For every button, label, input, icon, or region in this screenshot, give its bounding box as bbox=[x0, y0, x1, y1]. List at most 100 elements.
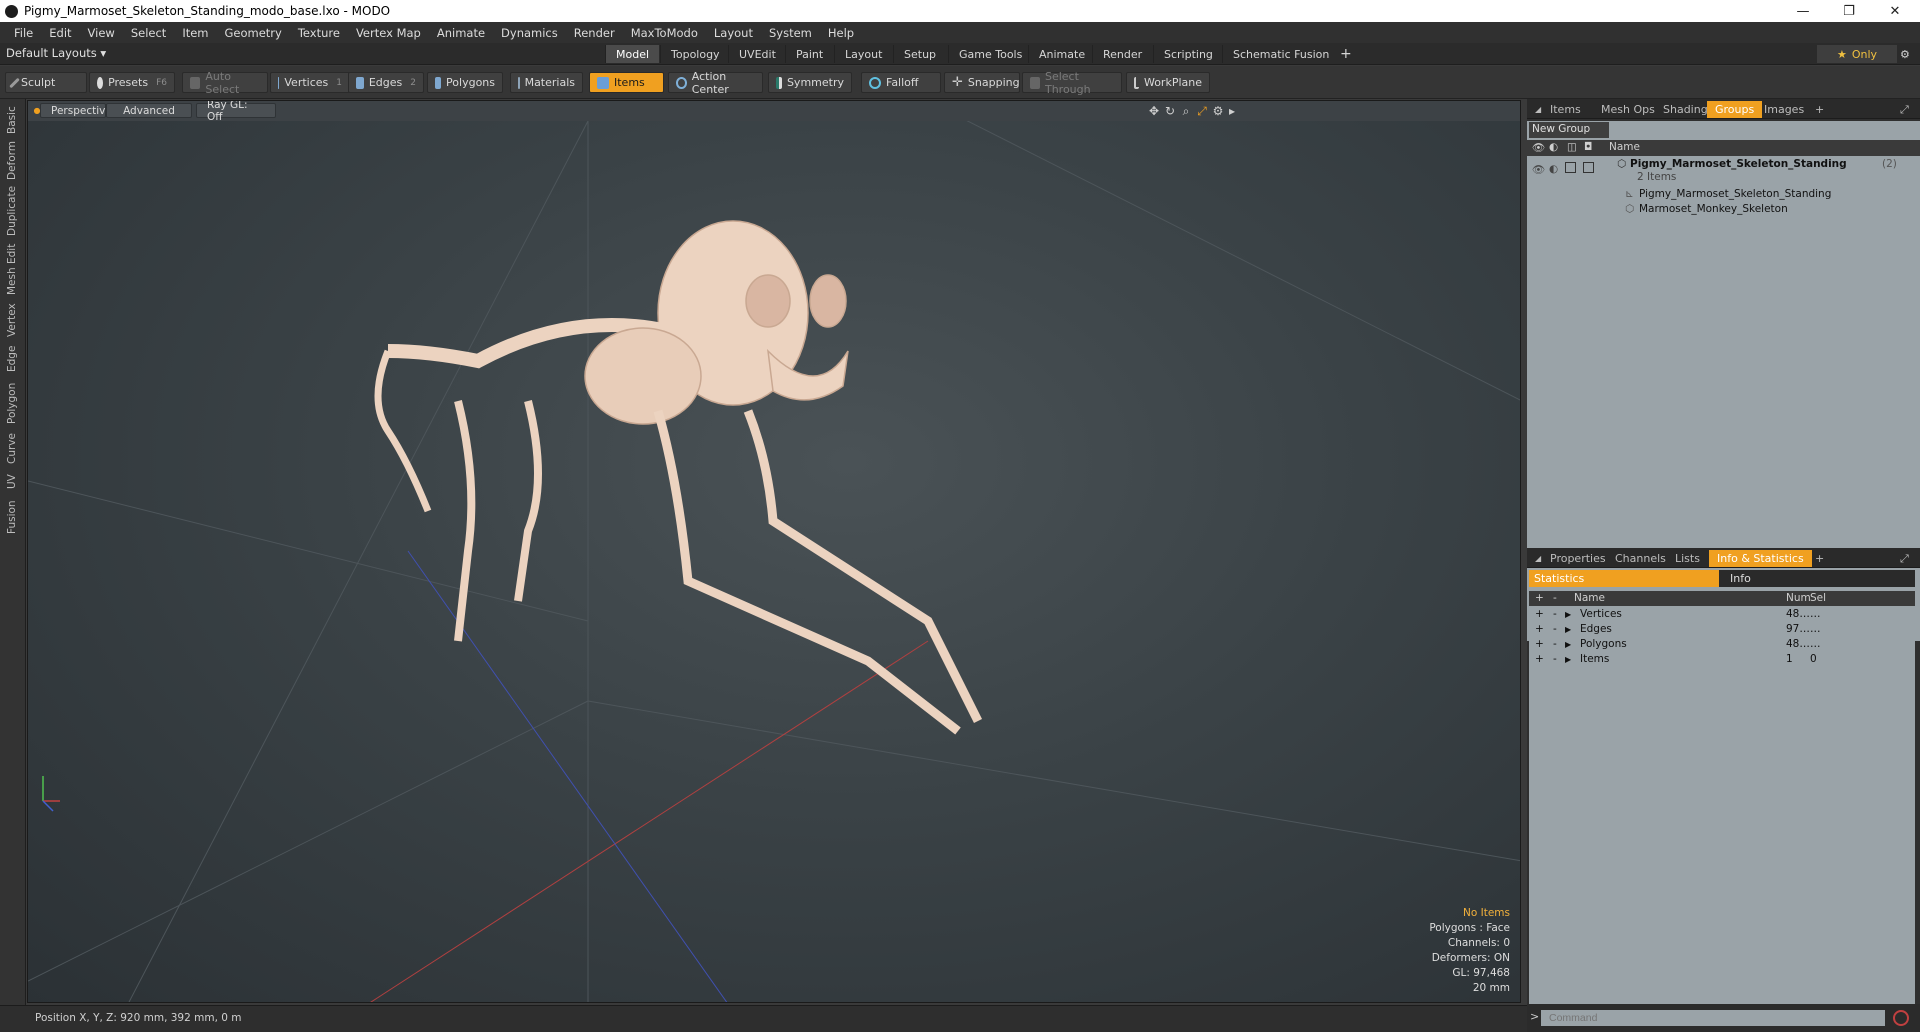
add-icon[interactable]: + bbox=[1535, 608, 1544, 620]
default-layouts-dropdown[interactable]: Default Layouts ▾ bbox=[6, 46, 106, 60]
vtab-polygon[interactable]: Polygon bbox=[2, 379, 22, 427]
menu-edit[interactable]: Edit bbox=[49, 26, 71, 40]
stats-row-polygons[interactable]: + - ▶ Polygons 48… … bbox=[1529, 637, 1915, 652]
vtab-fusion[interactable]: Fusion bbox=[2, 497, 22, 537]
rotate-icon[interactable]: ↻ bbox=[1163, 104, 1177, 118]
zoom-icon[interactable]: ⌕ bbox=[1179, 104, 1193, 118]
vtab-vertex[interactable]: Vertex bbox=[2, 301, 22, 339]
menu-texture[interactable]: Texture bbox=[298, 26, 340, 40]
edges-button[interactable]: Edges 2 bbox=[348, 72, 424, 93]
tab-info-statistics[interactable]: Info & Statistics bbox=[1709, 550, 1812, 567]
lock-checkbox[interactable] bbox=[1565, 162, 1576, 173]
stats-row-edges[interactable]: + - ▶ Edges 97… … bbox=[1529, 622, 1915, 637]
3d-viewport[interactable]: ● Perspective Advanced Ray GL: Off ✥ ↻ ⌕… bbox=[27, 100, 1521, 1003]
tab-paint[interactable]: Paint bbox=[785, 45, 833, 63]
add-panel-tab-button[interactable]: + bbox=[1807, 550, 1832, 567]
tab-images[interactable]: Images bbox=[1756, 101, 1812, 118]
expand-arrow-icon[interactable]: ▶ bbox=[1565, 625, 1571, 634]
ray-gl-dropdown[interactable]: Ray GL: Off bbox=[196, 101, 276, 123]
tab-model[interactable]: Model bbox=[605, 45, 660, 63]
tab-mesh-ops[interactable]: Mesh Ops bbox=[1593, 101, 1663, 118]
marmoset-skeleton-model[interactable] bbox=[374, 220, 983, 735]
polygons-button[interactable]: Polygons bbox=[427, 72, 503, 93]
record-icon[interactable] bbox=[1893, 1010, 1909, 1026]
maximize-button[interactable]: ❐ bbox=[1828, 0, 1870, 22]
expand-arrow-icon[interactable]: ▶ bbox=[1565, 640, 1571, 649]
select-through-button[interactable]: Select Through bbox=[1022, 70, 1122, 96]
tab-setup[interactable]: Setup bbox=[893, 45, 946, 63]
vtab-curve[interactable]: Curve bbox=[2, 431, 22, 467]
menu-animate[interactable]: Animate bbox=[437, 26, 485, 40]
panel-expand-icon[interactable]: ⤢ bbox=[1892, 101, 1917, 118]
symmetry-button[interactable]: Symmetry bbox=[768, 72, 852, 93]
add-icon[interactable]: + bbox=[1535, 638, 1544, 650]
menu-geometry[interactable]: Geometry bbox=[225, 26, 282, 40]
materials-button[interactable]: Materials bbox=[510, 72, 583, 93]
sculpt-button[interactable]: Sculpt bbox=[5, 72, 87, 93]
items-button[interactable]: Items bbox=[589, 72, 664, 93]
viewport-expand-icon[interactable]: ▸ bbox=[1225, 104, 1239, 118]
tab-lists[interactable]: Lists bbox=[1667, 550, 1708, 567]
tab-uvedit[interactable]: UVEdit bbox=[728, 45, 786, 63]
tab-render[interactable]: Render bbox=[1092, 45, 1152, 63]
tab-schematic-fusion[interactable]: Schematic Fusion bbox=[1222, 45, 1339, 63]
expand-arrow-icon[interactable]: ▶ bbox=[1565, 610, 1571, 619]
menu-maxtomodo[interactable]: MaxToModo bbox=[631, 26, 698, 40]
menu-item[interactable]: Item bbox=[182, 26, 208, 40]
tab-animate[interactable]: Animate bbox=[1028, 45, 1095, 63]
add-panel-tab-button[interactable]: + bbox=[1807, 101, 1832, 118]
panel-menu-icon[interactable]: ◢ bbox=[1527, 550, 1543, 567]
presets-button[interactable]: Presets F6 bbox=[89, 72, 175, 93]
stats-row-vertices[interactable]: + - ▶ Vertices 48… … bbox=[1529, 607, 1915, 622]
remove-icon[interactable]: - bbox=[1553, 623, 1557, 635]
auto-select-button[interactable]: Auto Select bbox=[182, 70, 268, 96]
menu-render[interactable]: Render bbox=[574, 26, 615, 40]
select-checkbox[interactable] bbox=[1583, 162, 1594, 173]
remove-icon[interactable]: - bbox=[1553, 608, 1557, 620]
tab-items[interactable]: Items bbox=[1542, 101, 1589, 118]
vtab-mesh-edit[interactable]: Mesh Edit bbox=[2, 241, 22, 297]
panel-menu-icon[interactable]: ◢ bbox=[1527, 101, 1543, 118]
tab-properties[interactable]: Properties bbox=[1542, 550, 1614, 567]
new-group-button[interactable]: New Group bbox=[1529, 122, 1609, 138]
close-button[interactable]: ✕ bbox=[1874, 0, 1916, 22]
vtab-basic[interactable]: Basic bbox=[2, 105, 22, 135]
menu-help[interactable]: Help bbox=[828, 26, 854, 40]
group-child-row[interactable]: ⬡ Marmoset_Monkey_Skeleton bbox=[1527, 203, 1920, 218]
menu-file[interactable]: File bbox=[14, 26, 33, 40]
action-center-button[interactable]: Action Center bbox=[668, 70, 763, 96]
snapping-button[interactable]: ✛ Snapping bbox=[944, 72, 1020, 93]
add-icon[interactable]: + bbox=[1535, 623, 1544, 635]
gear-icon[interactable]: ⚙ bbox=[1890, 45, 1920, 63]
menu-layout[interactable]: Layout bbox=[714, 26, 753, 40]
info-tab[interactable]: Info bbox=[1725, 570, 1756, 587]
maximize-viewport-icon[interactable]: ⤢ bbox=[1195, 104, 1209, 118]
remove-icon[interactable]: - bbox=[1553, 653, 1557, 665]
render-toggle-icon[interactable]: ◐ bbox=[1549, 163, 1558, 175]
remove-icon[interactable]: - bbox=[1553, 638, 1557, 650]
tab-scripting[interactable]: Scripting bbox=[1153, 45, 1223, 63]
expand-arrow-icon[interactable]: ▶ bbox=[1565, 655, 1571, 664]
menu-view[interactable]: View bbox=[88, 26, 115, 40]
menu-vertex-map[interactable]: Vertex Map bbox=[356, 26, 421, 40]
group-root-row[interactable]: 👁 ◐ ⬡ Pigmy_Marmoset_Skeleton_Standing (… bbox=[1527, 158, 1920, 186]
minimize-button[interactable]: — bbox=[1782, 0, 1824, 22]
menu-select[interactable]: Select bbox=[131, 26, 166, 40]
tab-channels[interactable]: Channels bbox=[1607, 550, 1674, 567]
pan-icon[interactable]: ✥ bbox=[1147, 104, 1161, 118]
tab-topology[interactable]: Topology bbox=[660, 45, 730, 63]
falloff-button[interactable]: Falloff bbox=[861, 72, 941, 93]
command-input[interactable] bbox=[1541, 1010, 1885, 1026]
tab-groups[interactable]: Groups bbox=[1707, 101, 1763, 118]
vtab-deform[interactable]: Deform bbox=[2, 139, 22, 181]
eye-icon[interactable]: 👁 bbox=[1532, 163, 1545, 176]
only-button[interactable]: ★ Only bbox=[1817, 45, 1897, 63]
statistics-tab[interactable]: Statistics bbox=[1529, 570, 1719, 587]
group-child-row[interactable]: ⊾ Pigmy_Marmoset_Skeleton_Standing bbox=[1527, 188, 1920, 203]
workplane-button[interactable]: WorkPlane bbox=[1126, 72, 1210, 93]
add-icon[interactable]: + bbox=[1535, 653, 1544, 665]
menu-dynamics[interactable]: Dynamics bbox=[501, 26, 558, 40]
advanced-dropdown[interactable]: Advanced bbox=[106, 103, 192, 118]
perspective-dropdown[interactable]: Perspective bbox=[40, 103, 112, 118]
vertices-button[interactable]: Vertices 1 bbox=[270, 72, 350, 93]
